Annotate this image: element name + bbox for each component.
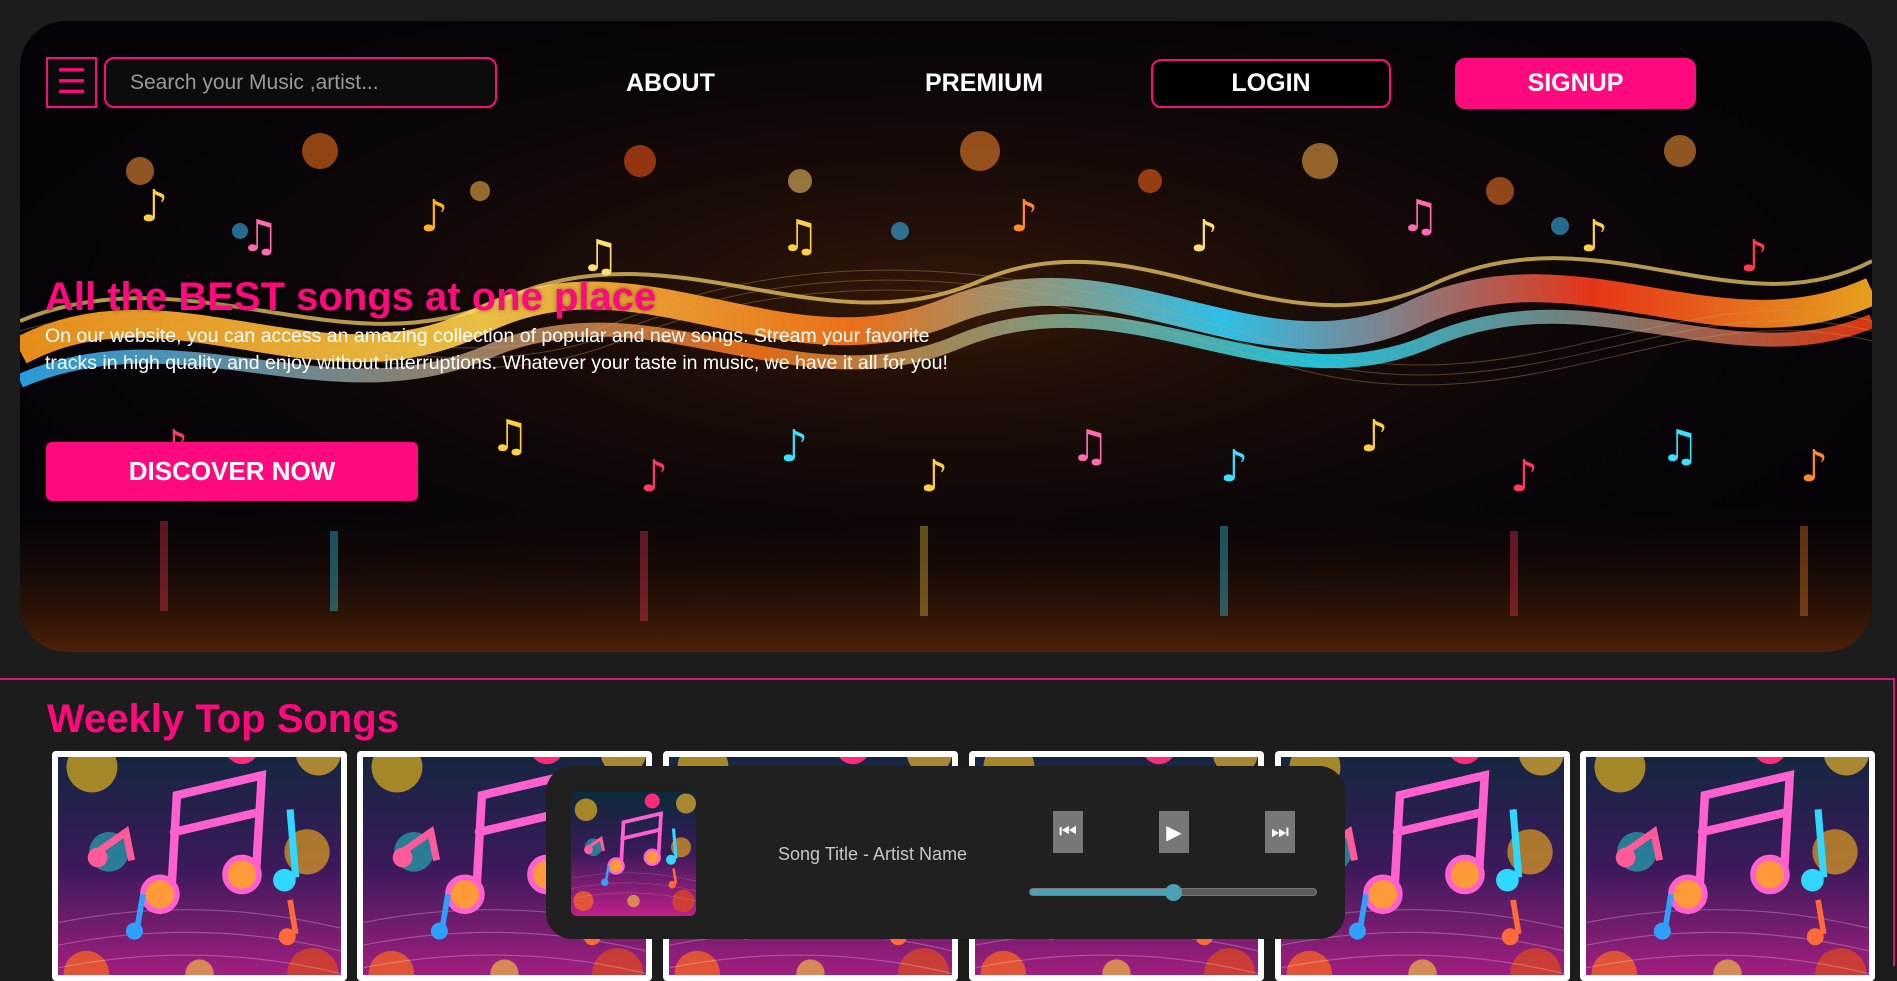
song-card-art <box>1586 757 1869 975</box>
svg-text:♫: ♫ <box>1400 191 1439 242</box>
hamburger-menu-icon[interactable]: ☰ <box>46 57 97 108</box>
next-track-icon[interactable]: ⏭ <box>1265 811 1295 853</box>
svg-text:♫: ♫ <box>1660 421 1699 472</box>
player-song-title: Song Title - Artist Name <box>778 844 968 864</box>
svg-text:♪: ♪ <box>1740 231 1768 282</box>
hero-description: On our website, you can access an amazin… <box>45 325 948 374</box>
svg-text:♫: ♫ <box>240 211 279 262</box>
hero-headline: All the BEST songs at one place <box>45 275 657 319</box>
svg-text:♪: ♪ <box>140 181 168 232</box>
svg-text:♫: ♫ <box>490 411 529 462</box>
search-input[interactable] <box>104 57 497 108</box>
svg-text:♪: ♪ <box>1190 211 1218 262</box>
play-icon[interactable]: ▶ <box>1159 811 1189 853</box>
song-card[interactable] <box>1580 751 1875 981</box>
svg-text:♪: ♪ <box>920 451 948 502</box>
player-album-art <box>571 791 696 916</box>
svg-text:♪: ♪ <box>1580 211 1608 262</box>
svg-text:♫: ♫ <box>780 211 819 262</box>
song-card[interactable] <box>52 751 347 981</box>
svg-text:♪: ♪ <box>1800 441 1828 492</box>
progress-fill <box>1030 889 1173 895</box>
svg-text:♪: ♪ <box>1510 451 1538 502</box>
progress-bar[interactable] <box>1029 884 1317 901</box>
svg-text:♪: ♪ <box>420 191 448 242</box>
svg-text:♪: ♪ <box>1360 411 1388 462</box>
svg-text:♪: ♪ <box>1220 441 1248 492</box>
svg-text:♪: ♪ <box>780 421 808 472</box>
login-button[interactable]: LOGIN <box>1151 59 1391 108</box>
hero-banner: ♪♫ ♪♫ ♫♪ ♪♫ ♪♪ ♪♪ ♫♪ ♪♪ ♫♪ ♪♪ ♫♪ ☰ ABOUT… <box>20 21 1872 652</box>
discover-now-button[interactable]: DISCOVER NOW <box>46 442 418 501</box>
section-divider <box>0 678 1895 680</box>
music-player: Song Title - Artist Name ⏮ ▶ ⏭ <box>546 766 1345 939</box>
signup-button[interactable]: SIGNUP <box>1455 58 1696 109</box>
svg-text:♪: ♪ <box>640 451 668 502</box>
progress-thumb[interactable] <box>1165 884 1182 901</box>
weekly-top-songs-title: Weekly Top Songs <box>47 697 399 741</box>
previous-track-icon[interactable]: ⏮ <box>1053 811 1083 853</box>
nav-link-premium[interactable]: PREMIUM <box>925 69 1043 98</box>
song-card-art <box>58 757 341 975</box>
svg-text:♪: ♪ <box>1010 191 1038 242</box>
nav-link-about[interactable]: ABOUT <box>626 69 715 98</box>
section-divider-right <box>1893 678 1895 966</box>
svg-text:♫: ♫ <box>1070 421 1109 472</box>
